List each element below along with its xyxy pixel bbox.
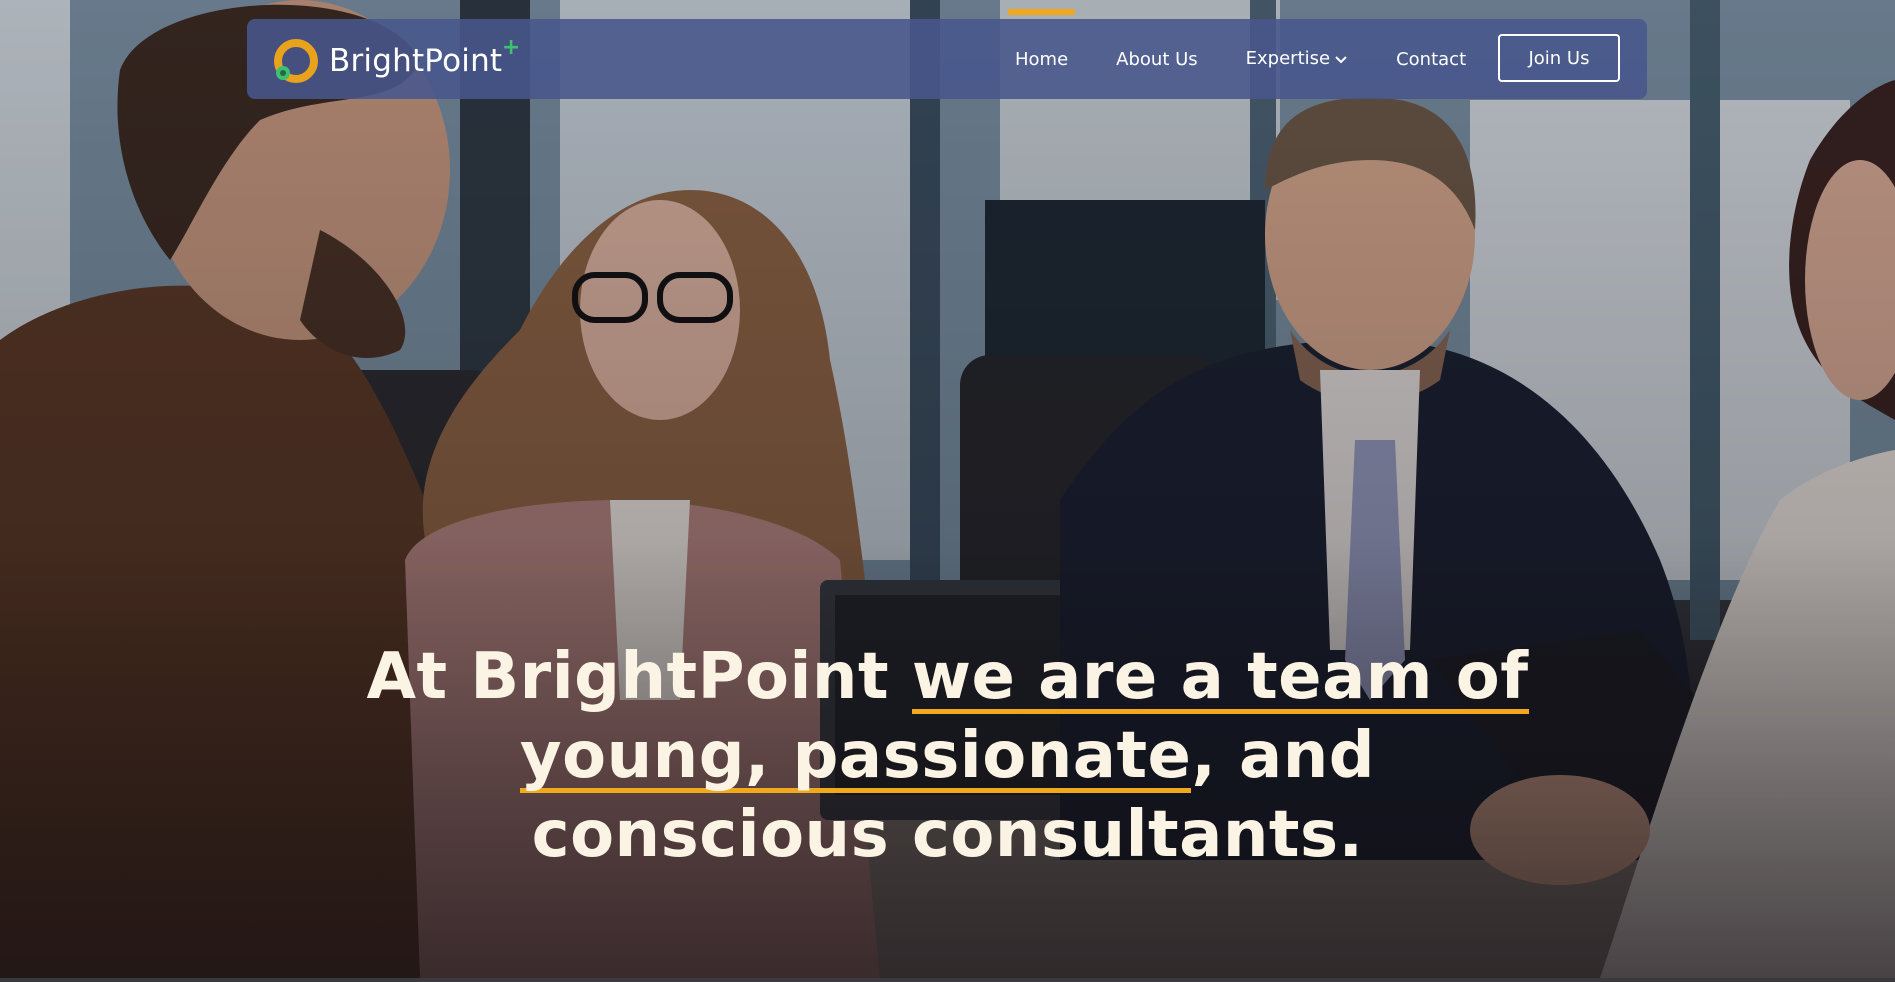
page-bottom-edge — [0, 978, 1895, 982]
hero-section: BrightPoint + Home About Us Expertise Co… — [0, 0, 1895, 978]
headline-highlight-1: we are a team of — [911, 640, 1529, 718]
navbar: BrightPoint + Home About Us Expertise Co… — [247, 8, 1647, 99]
join-us-button[interactable]: Join Us — [1498, 34, 1620, 82]
nav-item-expertise[interactable]: Expertise — [1246, 48, 1348, 70]
brand-logo[interactable]: BrightPoint + — [271, 35, 520, 87]
nav-item-expertise-label: Expertise — [1245, 48, 1331, 70]
brightpoint-logo-icon — [271, 36, 321, 86]
brand-plus-mark: + — [501, 35, 521, 60]
nav-links: Home About Us Expertise Contact — [1007, 8, 1514, 99]
nav-item-home[interactable]: Home — [1007, 8, 1076, 70]
nav-item-about-us[interactable]: About Us — [1116, 49, 1198, 70]
headline-part-1: At BrightPoint — [366, 640, 912, 714]
nav-item-contact[interactable]: Contact — [1396, 49, 1466, 70]
hero-headline: At BrightPoint we are a team of young, p… — [330, 638, 1565, 875]
headline-highlight-2: young, passionate — [519, 719, 1192, 797]
chevron-down-icon — [1334, 49, 1348, 70]
brand-name: BrightPoint — [329, 43, 503, 79]
